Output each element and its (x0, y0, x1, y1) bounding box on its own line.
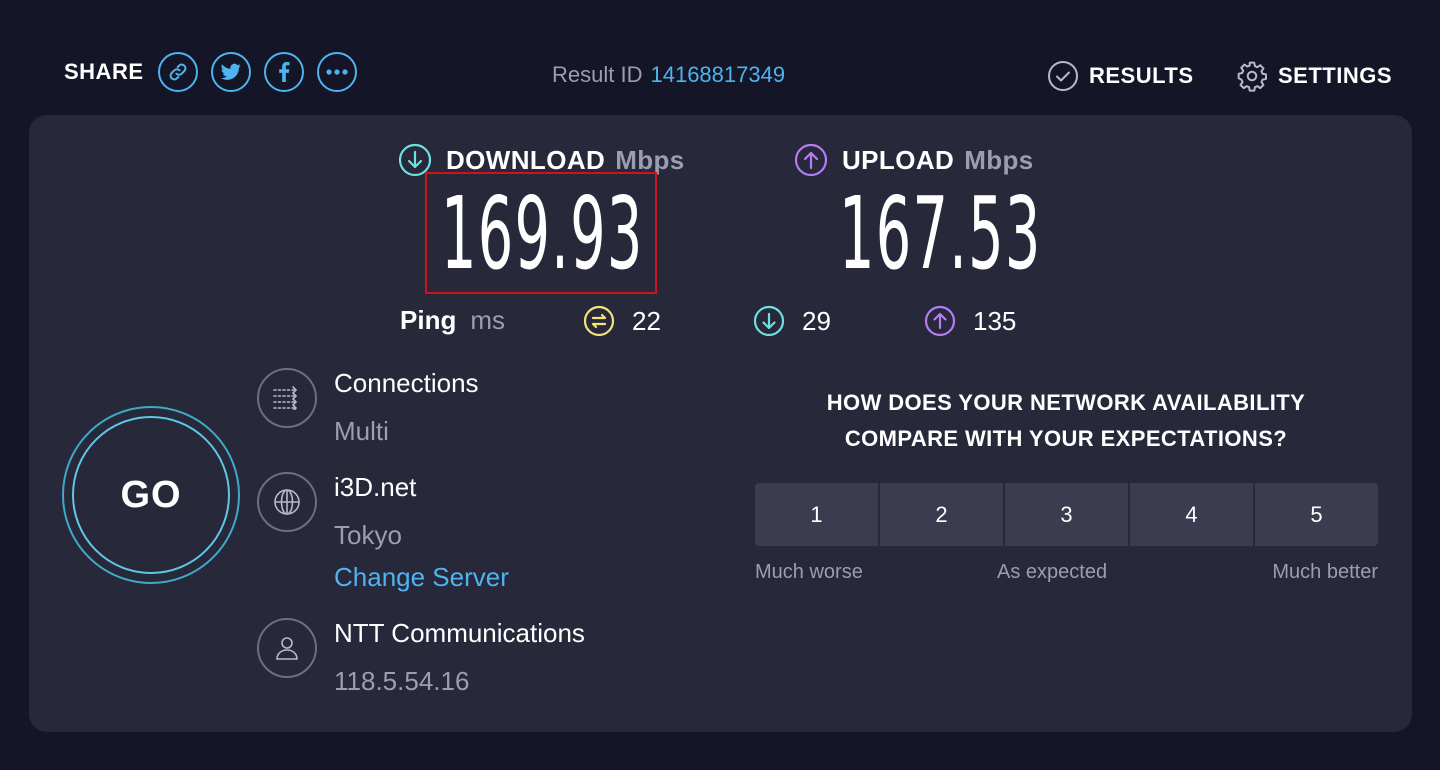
rating-option-5[interactable]: 5 (1255, 483, 1378, 546)
facebook-icon (278, 62, 289, 82)
ping-download-value: 29 (802, 305, 831, 336)
ping-unit: ms (470, 305, 506, 335)
go-label: GO (72, 416, 230, 574)
settings-label: SETTINGS (1278, 63, 1393, 88)
ping-label-group: Ping ms (400, 305, 505, 336)
ping-idle-value: 22 (632, 305, 661, 336)
server-name: i3D.net (334, 472, 417, 502)
upload-unit: Mbps (964, 144, 1034, 175)
upload-speed-value: 167.53 (839, 175, 1042, 292)
header: SHARE Result ID 14168817349 RESULTS SETT… (0, 0, 1440, 115)
survey-question-line2: COMPARE WITH YOUR EXPECTATIONS? (844, 426, 1288, 451)
idle-latency-icon (583, 305, 615, 337)
globe-icon (257, 472, 317, 532)
twitter-icon (220, 63, 241, 80)
rating-scale-labels: Much worse As expected Much better (755, 561, 1378, 591)
survey-question-line1: HOW DOES YOUR NETWORK AVAILABILITY (826, 390, 1306, 415)
survey-question: HOW DOES YOUR NETWORK AVAILABILITY COMPA… (755, 385, 1377, 457)
result-id: Result ID 14168817349 (552, 62, 785, 88)
rating-option-2[interactable]: 2 (880, 483, 1003, 546)
share-twitter-button[interactable] (210, 52, 251, 92)
share-more-button[interactable] (316, 52, 357, 92)
go-button[interactable]: GO (62, 406, 240, 584)
rating-option-4[interactable]: 4 (1130, 483, 1253, 546)
results-label: RESULTS (1089, 63, 1194, 88)
share-facebook-button[interactable] (263, 52, 304, 92)
ping-upload: 135 (924, 305, 1016, 337)
change-server-link[interactable]: Change Server (334, 562, 509, 593)
upload-arrow-icon (794, 143, 828, 177)
rating-high-label: Much better (1272, 561, 1378, 583)
isp-ip: 118.5.54.16 (334, 666, 470, 696)
user-icon (257, 618, 317, 678)
rating-scale: 1 2 3 4 5 (755, 483, 1378, 546)
download-latency-icon (753, 305, 785, 337)
download-unit: Mbps (615, 144, 685, 175)
upload-latency-icon (924, 305, 956, 337)
ping-idle: 22 (583, 305, 661, 337)
upload-header: UPLOAD Mbps (794, 143, 1034, 177)
download-label: DOWNLOAD (446, 144, 606, 175)
ping-label: Ping (400, 305, 457, 335)
gear-icon (1237, 61, 1267, 92)
ping-download: 29 (753, 305, 831, 337)
download-highlight-box (425, 172, 657, 294)
rating-option-1[interactable]: 1 (755, 483, 878, 546)
rating-mid-label: As expected (997, 561, 1108, 583)
rating-option-3[interactable]: 3 (1005, 483, 1128, 546)
share-label: SHARE (64, 59, 144, 84)
link-icon (169, 63, 186, 81)
check-circle-icon (1048, 61, 1078, 91)
connections-value: Multi (334, 416, 389, 446)
connections-label: Connections (334, 368, 479, 398)
rating-low-label: Much worse (755, 561, 863, 583)
upload-label: UPLOAD (842, 144, 955, 175)
ping-upload-value: 135 (973, 305, 1017, 336)
settings-button[interactable]: SETTINGS (1236, 60, 1392, 92)
result-id-link[interactable]: 14168817349 (650, 62, 785, 87)
more-icon (325, 69, 348, 75)
results-button[interactable]: RESULTS (1047, 60, 1194, 92)
isp-name: NTT Communications (334, 618, 585, 648)
connections-icon (257, 368, 317, 428)
result-id-label: Result ID (552, 62, 643, 87)
share-link-button[interactable] (157, 52, 198, 92)
server-location: Tokyo (334, 520, 402, 550)
result-card: DOWNLOAD Mbps 169.93 UPLOAD Mbps 167.53 … (29, 115, 1412, 732)
share-bar: SHARE (64, 52, 370, 92)
